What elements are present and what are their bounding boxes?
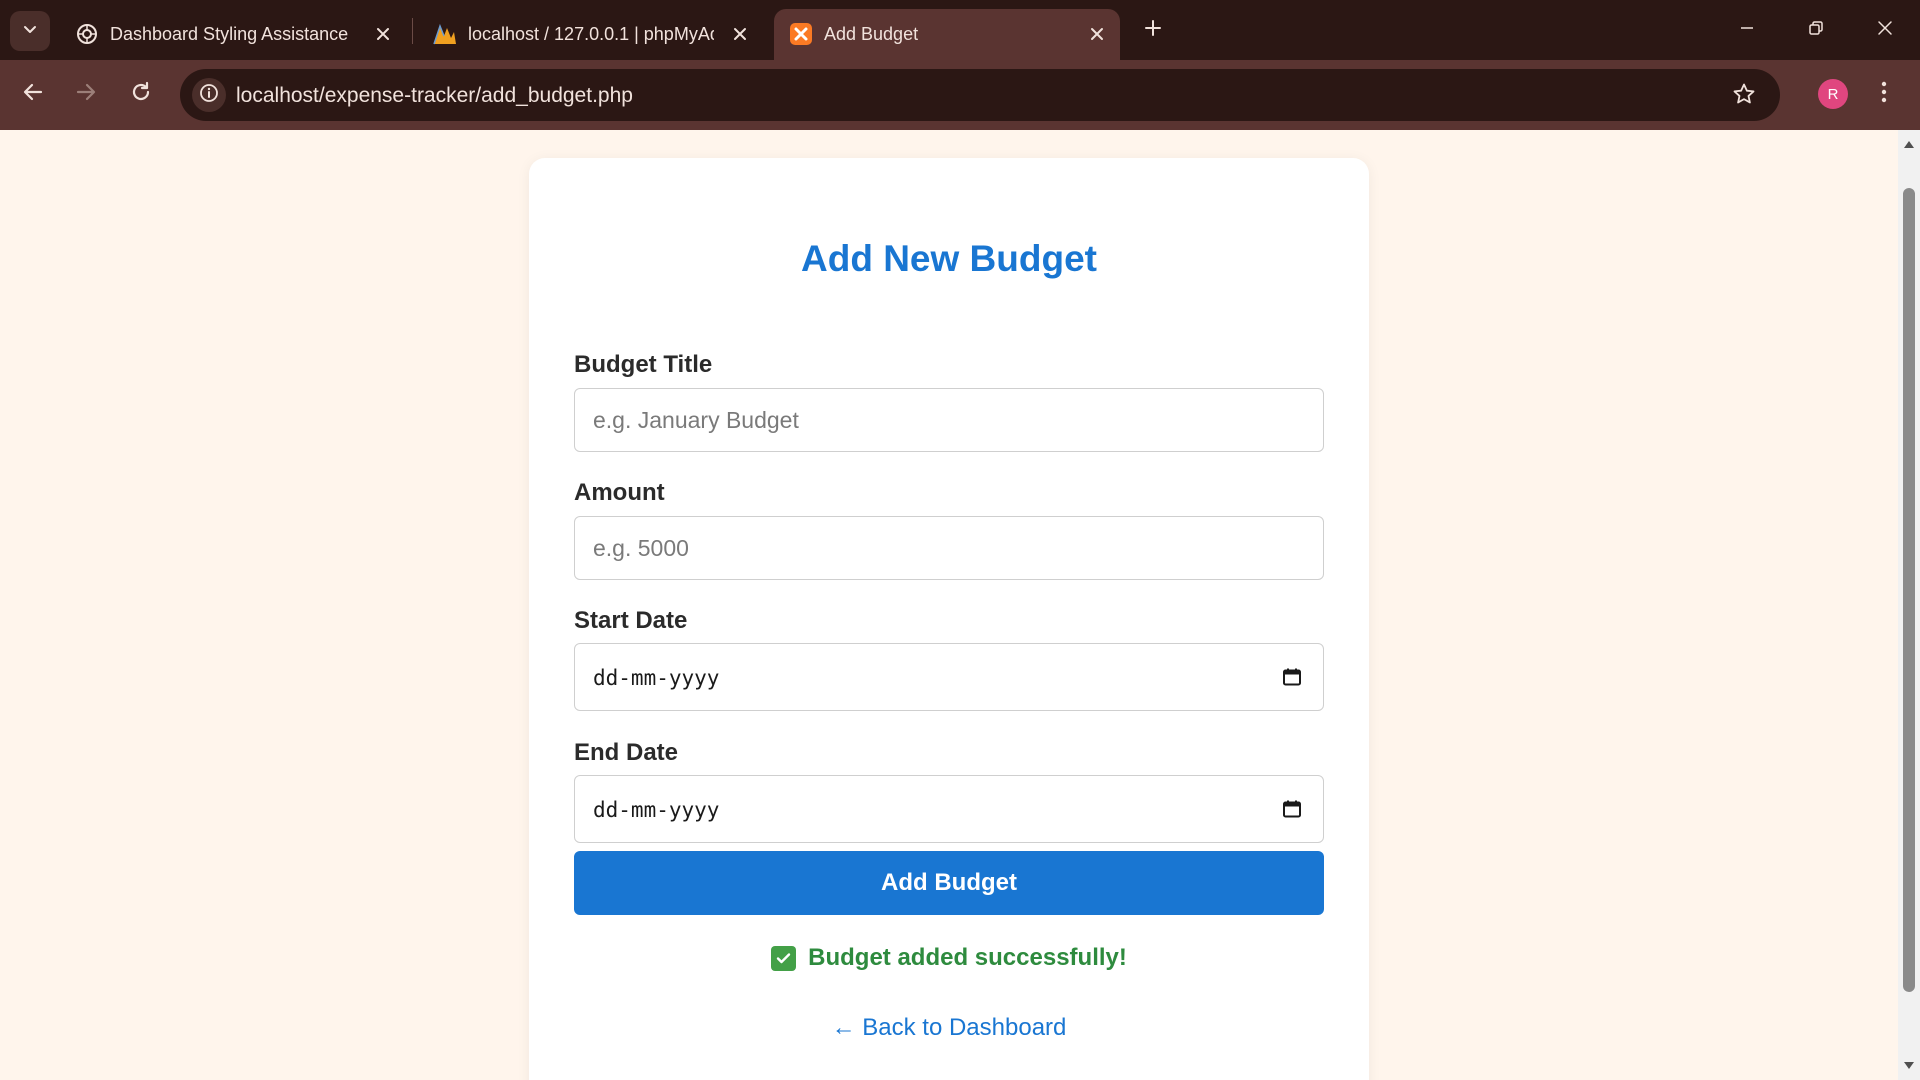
page-title: Add New Budget	[801, 238, 1097, 279]
start-date-label: Start Date	[574, 607, 688, 634]
restore-icon	[1808, 20, 1824, 41]
info-icon	[199, 83, 219, 108]
bookmark-button[interactable]	[1730, 82, 1758, 110]
close-icon[interactable]	[372, 23, 394, 45]
close-icon[interactable]	[729, 23, 751, 45]
end-date-label: End Date	[574, 739, 679, 766]
end-date-input[interactable]: dd-mm-yyyy	[574, 775, 1324, 843]
star-icon	[1732, 82, 1756, 111]
tab-phpmyadmin[interactable]: localhost / 127.0.0.1 | phpMyAd	[418, 9, 766, 60]
end-date-value: dd-mm-yyyy	[593, 798, 720, 822]
close-icon	[1877, 20, 1893, 41]
browser-toolbar: localhost/expense-tracker/add_budget.php…	[0, 60, 1920, 130]
start-date-input[interactable]: dd-mm-yyyy	[574, 643, 1324, 711]
reload-icon	[130, 81, 152, 108]
more-vertical-icon	[1881, 81, 1887, 108]
budget-title-placeholder: e.g. January Budget	[593, 407, 799, 433]
check-icon	[771, 945, 797, 971]
profile-avatar[interactable]: R	[1818, 79, 1848, 109]
scroll-down-icon[interactable]	[1901, 1058, 1917, 1074]
close-icon[interactable]	[1086, 23, 1108, 45]
budget-title-label: Budget Title	[574, 351, 713, 378]
tab-strip: Dashboard Styling Assistance localhost /…	[0, 0, 1920, 60]
scrollbar-thumb[interactable]	[1903, 188, 1915, 992]
success-text: Budget added successfully!	[808, 944, 1127, 971]
back-to-dashboard-link[interactable]: ← Back to Dashboard	[529, 1014, 1369, 1042]
new-tab-button[interactable]	[1136, 13, 1170, 47]
phpmyadmin-icon	[432, 21, 458, 47]
forward-button[interactable]	[66, 74, 106, 114]
page-scrollbar[interactable]	[1898, 130, 1920, 1080]
budget-title-input[interactable]: e.g. January Budget	[574, 388, 1324, 452]
start-date-value: dd-mm-yyyy	[593, 666, 720, 690]
openai-icon	[74, 21, 100, 47]
calendar-icon[interactable]	[1281, 666, 1303, 688]
add-budget-button[interactable]: Add Budget	[574, 851, 1324, 915]
minimize-icon	[1739, 20, 1755, 41]
back-button[interactable]	[13, 74, 53, 114]
close-window-button[interactable]	[1865, 12, 1905, 48]
arrow-left-icon	[22, 81, 44, 108]
address-bar[interactable]: localhost/expense-tracker/add_budget.php	[180, 69, 1780, 121]
site-info-button[interactable]	[192, 78, 226, 112]
amount-label: Amount	[574, 479, 665, 506]
success-message: Budget added successfully!	[529, 944, 1369, 972]
page-viewport: Add New Budget Budget Title e.g. January…	[0, 130, 1898, 1080]
xampp-icon	[788, 21, 814, 47]
reload-button[interactable]	[121, 74, 161, 114]
minimize-button[interactable]	[1727, 12, 1767, 48]
tab-title: Add Budget	[824, 24, 919, 44]
plus-icon	[1143, 18, 1163, 43]
arrow-right-icon	[75, 81, 97, 108]
amount-placeholder: e.g. 5000	[593, 535, 689, 561]
tab-add-budget[interactable]: Add Budget	[774, 9, 1120, 60]
url-text: localhost/expense-tracker/add_budget.php	[236, 84, 633, 107]
tab-separator	[412, 18, 413, 44]
chevron-down-icon	[22, 21, 38, 42]
tab-title: localhost / 127.0.0.1 | phpMyAd	[468, 24, 714, 44]
tab-dashboard-styling[interactable]: Dashboard Styling Assistance	[60, 9, 410, 60]
amount-input[interactable]: e.g. 5000	[574, 516, 1324, 580]
browser-menu-button[interactable]	[1866, 76, 1902, 112]
calendar-icon[interactable]	[1281, 798, 1303, 820]
budget-form-card: Add New Budget Budget Title e.g. January…	[529, 158, 1369, 1080]
tab-search-button[interactable]	[10, 11, 50, 51]
tab-title: Dashboard Styling Assistance	[110, 24, 349, 44]
restore-button[interactable]	[1796, 12, 1836, 48]
scroll-up-icon[interactable]	[1901, 136, 1917, 152]
